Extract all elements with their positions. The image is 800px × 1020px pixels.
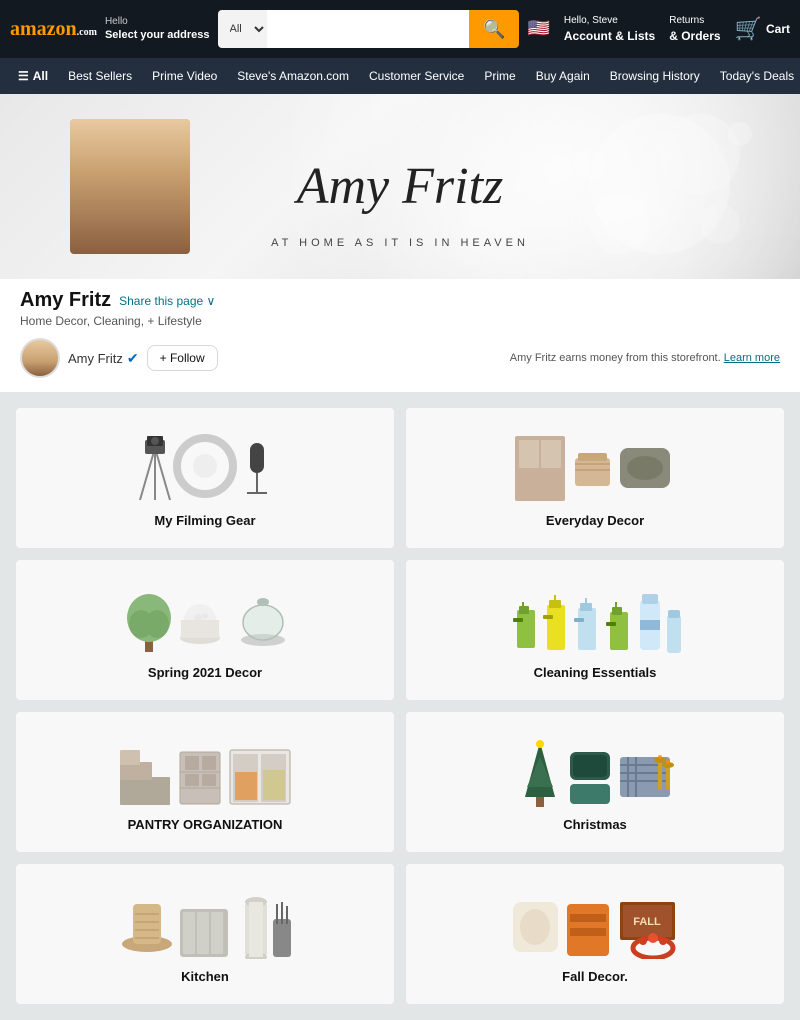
everyday-decor-svg bbox=[505, 428, 685, 503]
banner-title: Amy Fritz bbox=[297, 161, 504, 213]
verified-icon: ✔ bbox=[127, 350, 139, 367]
kitchen-label: Kitchen bbox=[181, 969, 229, 984]
pantry-label: PANTRY ORGANIZATION bbox=[128, 817, 283, 832]
search-input[interactable] bbox=[267, 10, 470, 48]
fall-decor-svg: FALL bbox=[505, 884, 685, 959]
kitchen-images bbox=[115, 884, 295, 959]
nav-buy-again[interactable]: Buy Again bbox=[528, 63, 598, 89]
follow-button[interactable]: + Follow bbox=[147, 345, 218, 371]
cart-area[interactable]: 🛒 Cart bbox=[735, 16, 790, 42]
delivery-info[interactable]: Hello Select your address bbox=[105, 15, 210, 42]
returns-info[interactable]: Returns & Orders bbox=[669, 14, 720, 45]
cleaning-svg bbox=[505, 580, 685, 655]
profile-categories: Home Decor, Cleaning, + Lifestyle bbox=[20, 314, 780, 328]
search-button[interactable]: 🔍 bbox=[469, 10, 519, 48]
flag-icon: 🇺🇸 bbox=[527, 18, 549, 39]
profile-action-row: Amy Fritz ✔ + Follow Amy Fritz earns mon… bbox=[20, 338, 780, 378]
kitchen-svg bbox=[115, 884, 295, 959]
share-page-link[interactable]: Share this page ∨ bbox=[119, 294, 215, 308]
account-info[interactable]: Hello, Steve Account & Lists bbox=[564, 14, 655, 45]
spring-decor-images bbox=[115, 580, 295, 655]
category-card-spring-decor[interactable]: Spring 2021 Decor bbox=[16, 560, 394, 700]
top-right-actions: 🇺🇸 Hello, Steve Account & Lists Returns … bbox=[527, 14, 790, 45]
cleaning-label: Cleaning Essentials bbox=[534, 665, 657, 680]
pantry-svg bbox=[115, 732, 295, 807]
store-banner: Amy Fritz AT HOME AS IT IS IN HEAVEN bbox=[0, 94, 800, 279]
category-card-everyday-decor[interactable]: Everyday Decor bbox=[406, 408, 784, 548]
learn-more-link[interactable]: Learn more bbox=[724, 352, 780, 364]
nav-prime-video[interactable]: Prime Video bbox=[144, 63, 225, 89]
fall-decor-label: Fall Decor. bbox=[562, 969, 628, 984]
profile-name: Amy Fritz bbox=[20, 289, 111, 312]
nav-todays-deals[interactable]: Today's Deals bbox=[712, 63, 800, 89]
category-card-kitchen[interactable]: Kitchen bbox=[16, 864, 394, 1004]
nav-customer-service[interactable]: Customer Service bbox=[361, 63, 472, 89]
everyday-decor-images bbox=[505, 428, 685, 503]
filming-gear-svg bbox=[115, 428, 295, 503]
category-card-christmas[interactable]: Christmas bbox=[406, 712, 784, 852]
nav-steves-amazon[interactable]: Steve's Amazon.com bbox=[229, 63, 357, 89]
all-menu-button[interactable]: ☰ All bbox=[10, 63, 56, 89]
category-card-pantry[interactable]: PANTRY ORGANIZATION bbox=[16, 712, 394, 852]
pantry-images bbox=[115, 732, 295, 807]
avatar bbox=[20, 338, 60, 378]
category-card-filming-gear[interactable]: My Filming Gear bbox=[16, 408, 394, 548]
category-card-fall-decor[interactable]: FALL Fall Decor. bbox=[406, 864, 784, 1004]
profile-identity: Amy Fritz ✔ + Follow bbox=[20, 338, 218, 378]
profile-section: Amy Fritz Share this page ∨ Home Decor, … bbox=[0, 279, 800, 392]
filming-gear-images bbox=[115, 428, 295, 503]
profile-silhouette bbox=[70, 119, 190, 254]
christmas-label: Christmas bbox=[563, 817, 627, 832]
profile-handle: Amy Fritz ✔ bbox=[68, 350, 139, 367]
cleaning-images bbox=[505, 580, 685, 655]
filming-gear-label: My Filming Gear bbox=[154, 513, 255, 528]
nav-bar: ☰ All Best Sellers Prime Video Steve's A… bbox=[0, 58, 800, 94]
search-bar[interactable]: All 🔍 bbox=[218, 10, 520, 48]
christmas-images bbox=[505, 732, 685, 807]
top-bar: amazon.com Hello Select your address All… bbox=[0, 0, 800, 58]
svg-text:FALL: FALL bbox=[633, 916, 661, 928]
nav-best-sellers[interactable]: Best Sellers bbox=[60, 63, 140, 89]
search-category-select[interactable]: All bbox=[218, 10, 267, 48]
spring-decor-label: Spring 2021 Decor bbox=[148, 665, 262, 680]
category-card-cleaning[interactable]: Cleaning Essentials bbox=[406, 560, 784, 700]
banner-profile-image bbox=[70, 119, 190, 254]
banner-text: Amy Fritz bbox=[297, 161, 504, 213]
spring-decor-svg bbox=[115, 580, 295, 655]
nav-prime[interactable]: Prime bbox=[476, 63, 523, 89]
profile-name-row: Amy Fritz Share this page ∨ bbox=[20, 289, 780, 312]
christmas-svg bbox=[505, 732, 685, 807]
nav-browsing-history[interactable]: Browsing History bbox=[602, 63, 708, 89]
main-content: My Filming Gear bbox=[0, 392, 800, 1020]
categories-grid: My Filming Gear bbox=[16, 408, 784, 1004]
fall-decor-images: FALL bbox=[505, 884, 685, 959]
banner-subtitle: AT HOME AS IT IS IN HEAVEN bbox=[0, 237, 800, 249]
amazon-logo[interactable]: amazon.com bbox=[10, 19, 97, 39]
everyday-decor-label: Everyday Decor bbox=[546, 513, 644, 528]
storefront-notice: Amy Fritz earns money from this storefro… bbox=[510, 352, 780, 364]
